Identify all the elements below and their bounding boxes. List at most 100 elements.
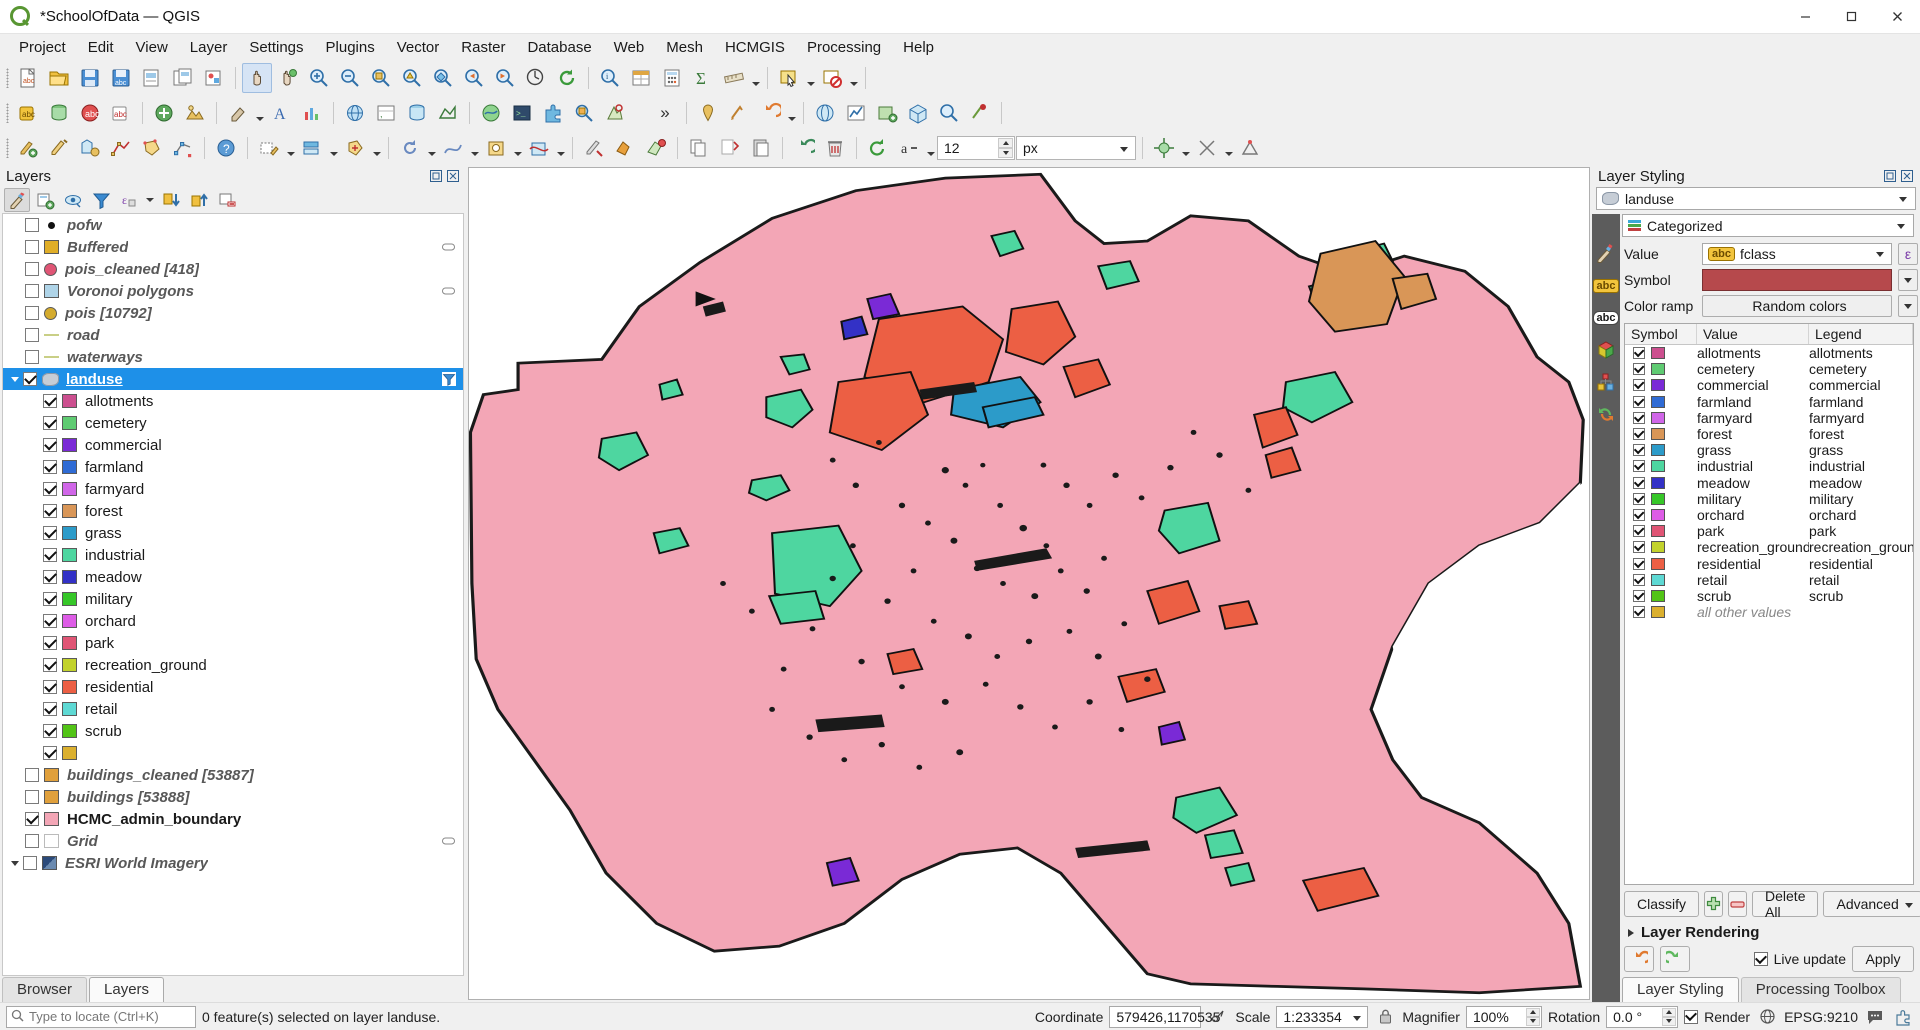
col-header-symbol[interactable]: Symbol: [1625, 324, 1697, 344]
layer-rendering-section[interactable]: Layer Rendering: [1620, 919, 1918, 944]
menu-view[interactable]: View: [125, 36, 179, 59]
row-swatch-orchard[interactable]: [1651, 508, 1665, 521]
simplify-feature-icon[interactable]: [438, 133, 468, 163]
filter-legend-expression-icon[interactable]: ε: [116, 188, 142, 212]
expander-landuse[interactable]: [7, 368, 23, 390]
landuse-category-row[interactable]: cemetery: [3, 412, 463, 434]
row-checkbox-park[interactable]: [1633, 525, 1645, 538]
category-table-row[interactable]: forest forest: [1625, 426, 1913, 442]
open-attribute-table-icon[interactable]: [626, 63, 656, 93]
row-checkbox-meadow[interactable]: [1633, 476, 1645, 489]
delete-all-button[interactable]: Delete All: [1752, 888, 1819, 920]
menu-database[interactable]: Database: [516, 36, 602, 59]
menu-hcmgis[interactable]: HCMGIS: [714, 36, 796, 59]
color-ramp-dropdown-button[interactable]: [1898, 295, 1918, 317]
layer-checkbox-pois[interactable]: [25, 306, 39, 320]
remove-layer-icon[interactable]: [214, 188, 240, 212]
undo-icon[interactable]: [789, 133, 819, 163]
deselect-dropdown-caret[interactable]: [848, 63, 859, 93]
classify-button[interactable]: Classify: [1624, 891, 1700, 917]
crs-label[interactable]: EPSG:9210: [1784, 1009, 1858, 1025]
cut-features-icon[interactable]: [715, 133, 745, 163]
messages-log-icon[interactable]: [1864, 1006, 1886, 1028]
landuse-category-row[interactable]: allotments: [3, 390, 463, 412]
landuse-category-row[interactable]: residential: [3, 676, 463, 698]
layer-row-voronoi-polygons[interactable]: Voronoi polygons: [3, 280, 463, 302]
expand-all-icon[interactable]: [158, 188, 184, 212]
style-manager-icon[interactable]: [199, 63, 229, 93]
row-swatch-scrub[interactable]: [1651, 589, 1665, 602]
category-checkbox-scrub[interactable]: [43, 724, 57, 738]
plugin-status-icon[interactable]: [1892, 1006, 1914, 1028]
category-checkbox-grass[interactable]: [43, 526, 57, 540]
zoom-to-selection-icon[interactable]: [397, 63, 427, 93]
identify-features-icon[interactable]: i: [595, 63, 625, 93]
filter-legend-icon[interactable]: [88, 188, 114, 212]
row-swatch-cemetery[interactable]: [1651, 363, 1665, 376]
landuse-category-row[interactable]: park: [3, 632, 463, 654]
layer-row-hcmc-admin-boundary[interactable]: HCMC_admin_boundary: [3, 808, 463, 830]
menu-mesh[interactable]: Mesh: [655, 36, 714, 59]
row-checkbox-industrial[interactable]: [1633, 460, 1645, 473]
row-checkbox-other[interactable]: [1633, 606, 1645, 619]
style-dropdown-icon[interactable]: [223, 98, 253, 128]
locator-search-input[interactable]: Type to locate (Ctrl+K): [6, 1005, 196, 1028]
menu-layer[interactable]: Layer: [179, 36, 239, 59]
split-features-icon[interactable]: [579, 133, 609, 163]
zoom-in-icon[interactable]: [304, 63, 334, 93]
category-table-row[interactable]: military military: [1625, 491, 1913, 507]
category-checkbox-meadow[interactable]: [43, 570, 57, 584]
layer-row-buildings-cleaned[interactable]: buildings_cleaned [53887]: [3, 764, 463, 786]
measure-dropdown-caret[interactable]: [750, 63, 761, 93]
row-checkbox-grass[interactable]: [1633, 444, 1645, 457]
menu-web[interactable]: Web: [603, 36, 656, 59]
layer-row-pofw[interactable]: pofw: [3, 214, 463, 236]
select-dropdown-caret[interactable]: [805, 63, 816, 93]
toolbar-grip-3[interactable]: [4, 136, 12, 160]
category-table-row[interactable]: residential residential: [1625, 555, 1913, 572]
row-swatch-farmland[interactable]: [1651, 395, 1665, 408]
category-checkbox-allotments[interactable]: [43, 394, 57, 408]
layer-row-waterways[interactable]: waterways: [3, 346, 463, 368]
layer-row-road[interactable]: road: [3, 324, 463, 346]
masks-abc-white-icon[interactable]: abc: [1592, 306, 1620, 330]
move-feature-caret[interactable]: [371, 133, 382, 163]
category-checkbox-commercial[interactable]: [43, 438, 57, 452]
add-raster-layer-icon[interactable]: [180, 98, 210, 128]
new-print-layout-icon[interactable]: [137, 63, 167, 93]
render-checkbox[interactable]: [1684, 1009, 1699, 1024]
category-table-row[interactable]: farmyard farmyard: [1625, 410, 1913, 426]
openstreetmap-icon[interactable]: [476, 98, 506, 128]
lock-scale-icon[interactable]: [1374, 1006, 1396, 1028]
select-features-icon[interactable]: [774, 63, 804, 93]
add-group-icon[interactable]: [32, 188, 58, 212]
row-swatch-residential[interactable]: [1651, 557, 1665, 570]
layer-checkbox-esri-world-imagery[interactable]: [23, 856, 37, 870]
layer-checkbox-buildings-cleaned[interactable]: [25, 768, 39, 782]
category-checkbox-park[interactable]: [43, 636, 57, 650]
menu-processing[interactable]: Processing: [796, 36, 892, 59]
styling-layer-combo[interactable]: landuse: [1596, 187, 1916, 210]
coordinate-input[interactable]: 579426,1170535: [1109, 1005, 1220, 1028]
value-field-combo[interactable]: abc fclass: [1702, 243, 1892, 265]
landuse-category-row[interactable]: [3, 742, 463, 764]
vertex-tool-icon[interactable]: [168, 133, 198, 163]
tab-processing-toolbox[interactable]: Processing Toolbox: [1740, 977, 1901, 1002]
topological-editing-icon[interactable]: [1235, 133, 1265, 163]
identify-results-icon[interactable]: [934, 98, 964, 128]
category-table-row[interactable]: meadow meadow: [1625, 475, 1913, 491]
menu-vector[interactable]: Vector: [386, 36, 451, 59]
renderer-type-combo[interactable]: Categorized: [1622, 214, 1914, 237]
symbology-brush-icon[interactable]: [1594, 242, 1618, 266]
refresh-style-icon[interactable]: [863, 133, 893, 163]
add-postgis-layer-icon[interactable]: [402, 98, 432, 128]
float-panel-icon[interactable]: [429, 169, 443, 183]
save-project-icon[interactable]: [75, 63, 105, 93]
color-ramp-button[interactable]: Random colors: [1702, 295, 1892, 317]
annotation-pin-icon[interactable]: [693, 98, 723, 128]
magnifier-input[interactable]: 100%: [1465, 1005, 1542, 1028]
font-size-input[interactable]: 12: [937, 135, 1015, 160]
symbol-preview[interactable]: [1702, 269, 1892, 291]
close-button[interactable]: [1874, 0, 1920, 34]
statistical-summary-icon[interactable]: Σ: [688, 63, 718, 93]
